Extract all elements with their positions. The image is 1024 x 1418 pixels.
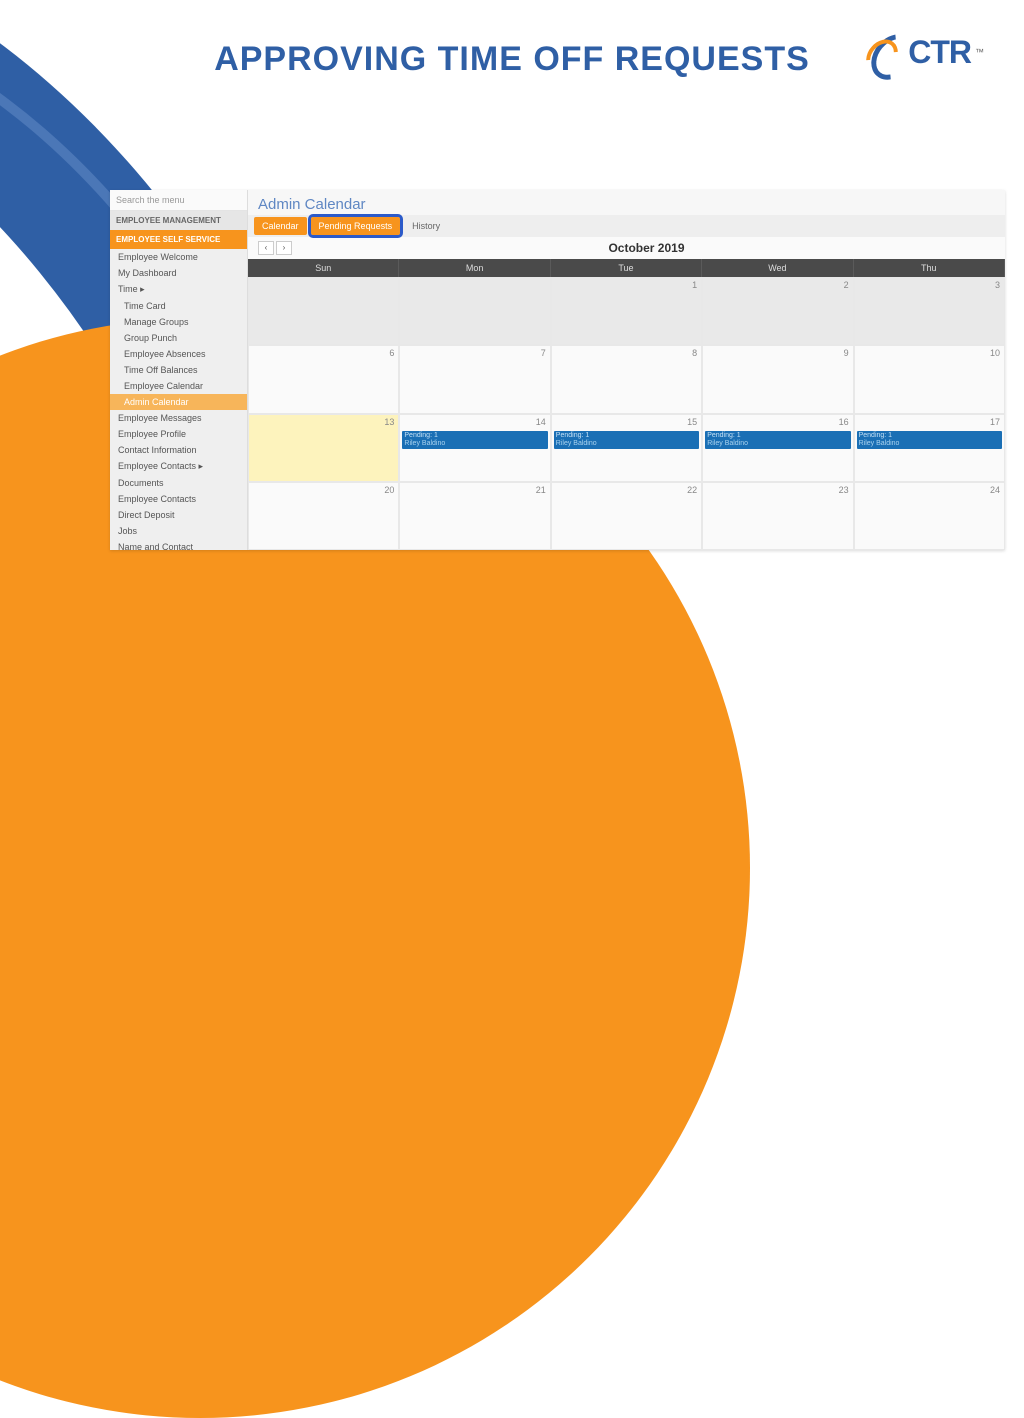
sidebar-item-absences[interactable]: Employee Absences <box>110 346 247 362</box>
pending-event[interactable]: Pending: 1Riley Baldino <box>554 431 699 449</box>
app-screenshot: Search the menu EMPLOYEE MANAGEMENT EMPL… <box>110 190 1005 550</box>
day-hdr-mon: Mon <box>399 259 550 277</box>
sidebar-header-self-service[interactable]: EMPLOYEE SELF SERVICE <box>110 230 247 249</box>
day-number: 6 <box>389 348 394 358</box>
sidebar: Search the menu EMPLOYEE MANAGEMENT EMPL… <box>110 190 248 550</box>
pending-event[interactable]: Pending: 1Riley Baldino <box>402 431 547 449</box>
cal-cell[interactable]: 9 <box>702 345 853 413</box>
day-number: 13 <box>384 417 394 427</box>
day-number: 15 <box>687 417 697 427</box>
logo-swoosh-icon <box>866 30 904 74</box>
sidebar-item-documents[interactable]: Documents <box>110 475 247 491</box>
sidebar-item-jobs[interactable]: Jobs <box>110 523 247 539</box>
sidebar-item-namecontact[interactable]: Name and Contact Information <box>110 539 247 550</box>
prev-month-button[interactable]: ‹ <box>258 241 274 255</box>
cal-cell[interactable]: 22 <box>551 482 702 550</box>
day-hdr-tue: Tue <box>551 259 702 277</box>
next-month-button[interactable]: › <box>276 241 292 255</box>
day-number: 23 <box>839 485 849 495</box>
sidebar-item-contactinfo[interactable]: Contact Information <box>110 442 247 458</box>
calendar-grid: Sun Mon Tue Wed Thu 1 2 3 6 7 8 9 10 13 … <box>248 259 1005 550</box>
day-number: 14 <box>536 417 546 427</box>
cal-cell[interactable]: 3 <box>854 277 1005 345</box>
day-number: 1 <box>692 280 697 290</box>
tab-pending-requests[interactable]: Pending Requests <box>311 217 401 235</box>
day-number: 2 <box>844 280 849 290</box>
sidebar-item-admincal[interactable]: Admin Calendar <box>110 394 247 410</box>
sidebar-item-managegroups[interactable]: Manage Groups <box>110 314 247 330</box>
day-number: 21 <box>536 485 546 495</box>
tab-history[interactable]: History <box>404 217 448 235</box>
day-hdr-wed: Wed <box>702 259 853 277</box>
cal-cell[interactable]: 24 <box>854 482 1005 550</box>
main-title: Admin Calendar <box>248 190 1005 215</box>
event-person: Riley Baldino <box>404 440 445 447</box>
day-number: 16 <box>839 417 849 427</box>
logo-trademark: ™ <box>975 47 984 57</box>
calendar-toolbar: ‹ › October 2019 <box>248 237 1005 259</box>
sidebar-item-time[interactable]: Time ▸ <box>110 281 247 298</box>
event-title: Pending: 1 <box>404 432 437 439</box>
event-person: Riley Baldino <box>859 440 900 447</box>
sidebar-item-timecard[interactable]: Time Card <box>110 298 247 314</box>
event-person: Riley Baldino <box>707 440 748 447</box>
cal-cell[interactable]: 6 <box>248 345 399 413</box>
sidebar-item-timeoffbal[interactable]: Time Off Balances <box>110 362 247 378</box>
cal-cell[interactable]: 2 <box>702 277 853 345</box>
cal-cell[interactable] <box>399 277 550 345</box>
logo-text: CTR <box>908 34 971 71</box>
cal-cell[interactable]: 16 Pending: 1Riley Baldino <box>702 414 853 482</box>
tab-bar: Calendar Pending Requests History <box>248 215 1005 237</box>
sidebar-item-profile[interactable]: Employee Profile <box>110 426 247 442</box>
sidebar-item-empcontacts2[interactable]: Employee Contacts <box>110 491 247 507</box>
day-number: 24 <box>990 485 1000 495</box>
day-hdr-thu: Thu <box>854 259 1005 277</box>
search-input[interactable]: Search the menu <box>110 190 247 211</box>
cal-cell[interactable]: 23 <box>702 482 853 550</box>
tab-calendar[interactable]: Calendar <box>254 217 307 235</box>
ctr-logo: CTR ™ <box>866 30 984 74</box>
cal-cell-today[interactable]: 13 <box>248 414 399 482</box>
event-title: Pending: 1 <box>556 432 589 439</box>
cal-cell[interactable]: 15 Pending: 1Riley Baldino <box>551 414 702 482</box>
cal-cell[interactable] <box>248 277 399 345</box>
pending-event[interactable]: Pending: 1Riley Baldino <box>705 431 850 449</box>
sidebar-header-emp-mgmt[interactable]: EMPLOYEE MANAGEMENT <box>110 211 247 230</box>
day-number: 17 <box>990 417 1000 427</box>
day-number: 8 <box>692 348 697 358</box>
sidebar-item-grouppunch[interactable]: Group Punch <box>110 330 247 346</box>
cal-cell[interactable]: 7 <box>399 345 550 413</box>
month-nav: ‹ › <box>258 241 292 255</box>
cal-cell[interactable]: 17 Pending: 1Riley Baldino <box>854 414 1005 482</box>
cal-cell[interactable]: 10 <box>854 345 1005 413</box>
day-hdr-sun: Sun <box>248 259 399 277</box>
cal-cell[interactable]: 14 Pending: 1Riley Baldino <box>399 414 550 482</box>
cal-cell[interactable]: 20 <box>248 482 399 550</box>
day-number: 7 <box>541 348 546 358</box>
day-number: 10 <box>990 348 1000 358</box>
sidebar-item-messages[interactable]: Employee Messages <box>110 410 247 426</box>
day-number: 22 <box>687 485 697 495</box>
day-number: 9 <box>844 348 849 358</box>
event-person: Riley Baldino <box>556 440 597 447</box>
day-number: 20 <box>384 485 394 495</box>
main-pane: Admin Calendar Calendar Pending Requests… <box>248 190 1005 550</box>
sidebar-item-dashboard[interactable]: My Dashboard <box>110 265 247 281</box>
event-title: Pending: 1 <box>707 432 740 439</box>
day-number: 3 <box>995 280 1000 290</box>
cal-cell[interactable]: 1 <box>551 277 702 345</box>
month-label: October 2019 <box>298 241 995 255</box>
sidebar-item-directdeposit[interactable]: Direct Deposit <box>110 507 247 523</box>
event-title: Pending: 1 <box>859 432 892 439</box>
sidebar-item-empcontacts[interactable]: Employee Contacts ▸ <box>110 458 247 475</box>
sidebar-item-empcal[interactable]: Employee Calendar <box>110 378 247 394</box>
sidebar-item-welcome[interactable]: Employee Welcome <box>110 249 247 265</box>
cal-cell[interactable]: 21 <box>399 482 550 550</box>
cal-cell[interactable]: 8 <box>551 345 702 413</box>
pending-event[interactable]: Pending: 1Riley Baldino <box>857 431 1002 449</box>
